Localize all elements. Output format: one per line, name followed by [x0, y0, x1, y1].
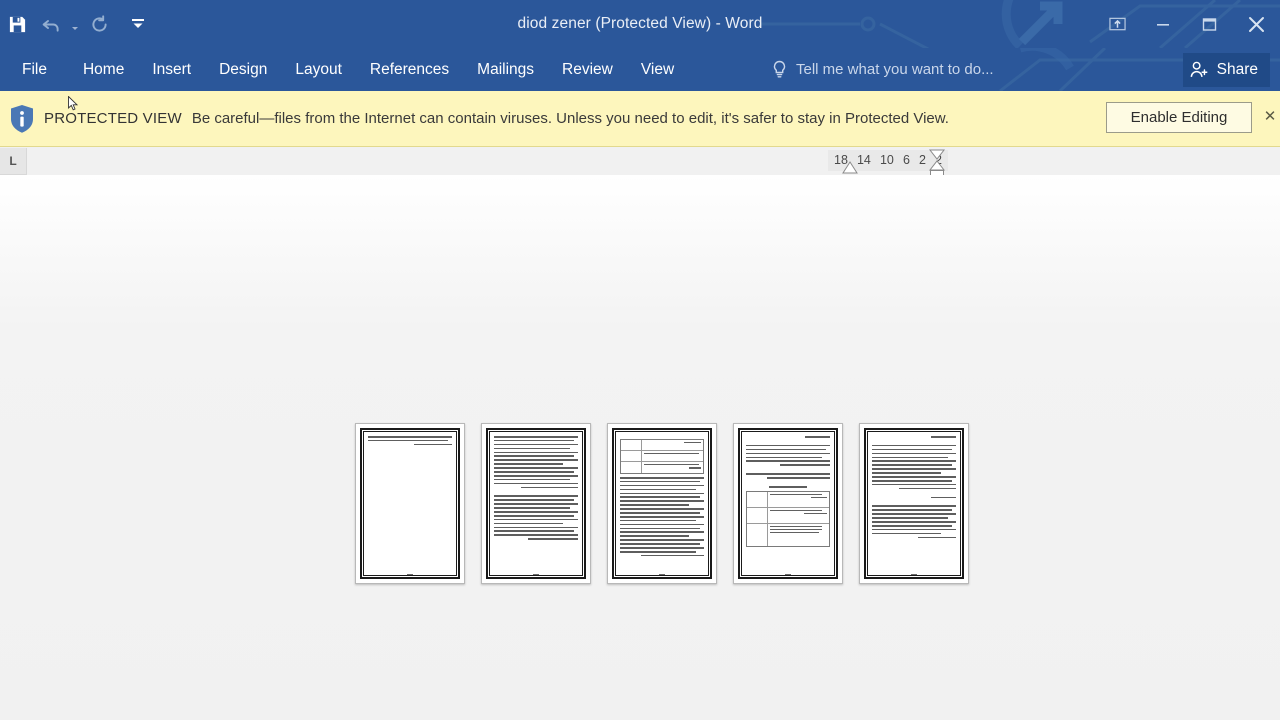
protected-view-message: Be careful—files from the Internet can c…: [191, 110, 949, 127]
tab-design[interactable]: Design: [205, 48, 281, 91]
info-shield-icon-wrap: [0, 104, 44, 134]
page-thumbnail-strip: [355, 423, 969, 584]
tab-layout[interactable]: Layout: [281, 48, 356, 91]
document-page-2[interactable]: [481, 423, 591, 584]
tell-me-search[interactable]: Tell me what you want to do...: [772, 48, 994, 91]
page-1-content: [368, 436, 452, 569]
left-indent-marker[interactable]: [840, 160, 860, 176]
tab-references[interactable]: References: [356, 48, 463, 91]
document-title: diod zener (Protected View) - Word: [517, 15, 763, 32]
page-2-footer: [482, 562, 590, 580]
mouse-cursor-icon: [68, 96, 79, 111]
document-page-4[interactable]: [733, 423, 843, 584]
tell-me-placeholder-text: Tell me what you want to do...: [796, 61, 994, 78]
ribbon-tab-bar: File Home Insert Design Layout Reference…: [0, 48, 1280, 91]
enable-editing-button[interactable]: Enable Editing: [1106, 102, 1252, 133]
share-person-icon: [1190, 61, 1208, 78]
page-4-table: [746, 490, 830, 547]
page-3-table: [620, 439, 704, 474]
tab-view[interactable]: View: [627, 48, 688, 91]
document-page-1[interactable]: [355, 423, 465, 584]
page-5-footer: [860, 562, 968, 580]
tab-stop-selector[interactable]: L: [0, 148, 27, 175]
page-3-content: [620, 436, 704, 569]
minimize-icon: [1157, 24, 1169, 26]
word-application-window: diod zener (Protected View) - Word File …: [0, 0, 1280, 720]
restore-icon: [1202, 17, 1216, 31]
tab-stop-glyph: L: [9, 154, 17, 168]
document-canvas[interactable]: [0, 175, 1280, 720]
title-bar: diod zener (Protected View) - Word: [0, 0, 1280, 48]
restore-button[interactable]: [1186, 0, 1232, 48]
tab-insert[interactable]: Insert: [138, 48, 205, 91]
info-shield-icon: [11, 104, 33, 133]
page-5-content: [872, 436, 956, 569]
page-2-content: [494, 436, 578, 569]
ribbon-display-options-icon: [1108, 17, 1126, 30]
close-button[interactable]: [1232, 0, 1280, 48]
hruler-tick-10: 10: [879, 153, 894, 168]
page-4-content: [746, 436, 830, 569]
minimize-button[interactable]: [1140, 0, 1186, 48]
tab-review[interactable]: Review: [548, 48, 627, 91]
tab-mailings[interactable]: Mailings: [463, 48, 548, 91]
document-page-3[interactable]: [607, 423, 717, 584]
page-4-footer: [734, 562, 842, 580]
close-icon: [1248, 16, 1264, 32]
ribbon-display-options-button[interactable]: [1094, 0, 1140, 48]
document-page-5[interactable]: [859, 423, 969, 584]
tab-home[interactable]: Home: [69, 48, 138, 91]
page-3-footer: [608, 562, 716, 580]
lightbulb-icon: [773, 60, 786, 78]
page-1-footer: [356, 562, 464, 580]
banner-close-button[interactable]: ✕: [1260, 105, 1280, 127]
ribbon-tabs: File Home Insert Design Layout Reference…: [0, 48, 688, 91]
hruler-tick-6: 6: [902, 153, 910, 168]
protected-view-banner: PROTECTED VIEW Be careful—files from the…: [0, 91, 1280, 147]
share-button[interactable]: Share: [1182, 53, 1270, 87]
share-label: Share: [1216, 61, 1258, 78]
protected-view-badge: PROTECTED VIEW: [44, 110, 182, 127]
window-controls: [1094, 0, 1280, 48]
tab-file[interactable]: File: [0, 48, 69, 91]
